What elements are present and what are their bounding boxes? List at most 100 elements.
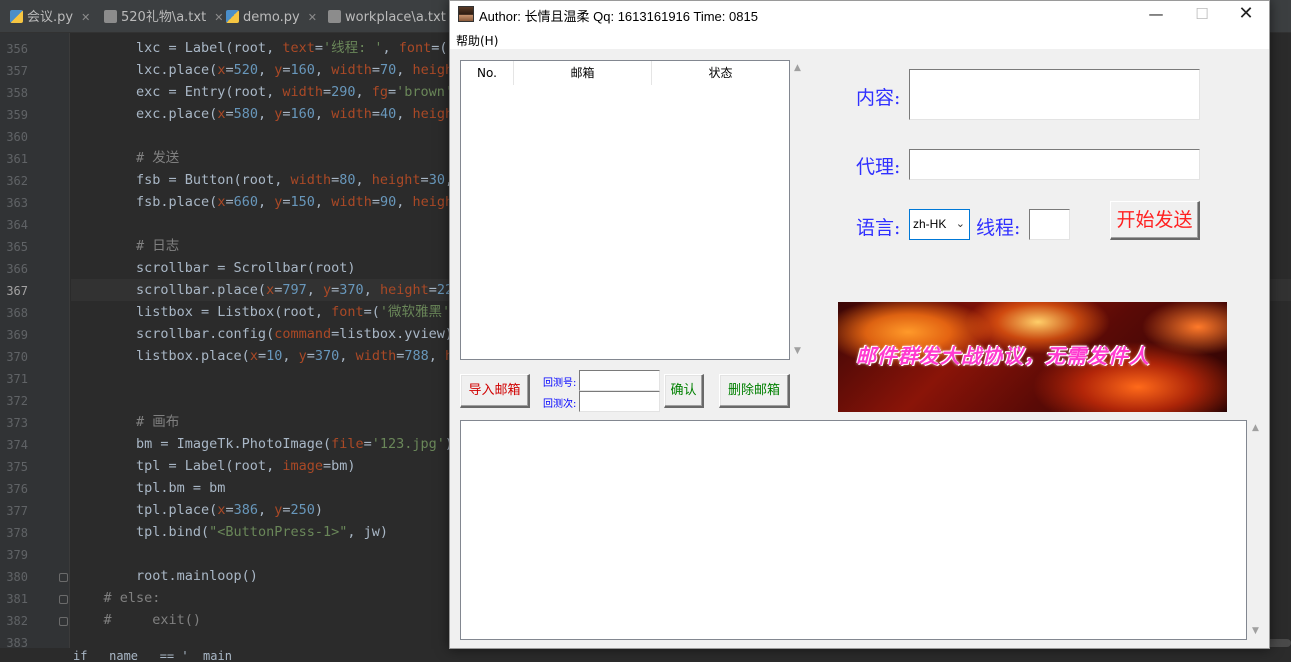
fold-icon[interactable]: [59, 617, 68, 626]
code-line: fsb = Button(root, width=80, height=30,: [71, 172, 453, 188]
line-number: 356: [6, 42, 28, 56]
import-email-button[interactable]: 导入邮箱: [460, 374, 530, 408]
line-number: 378: [6, 526, 28, 540]
banner-text: 邮件群发大战协议，无需发件人: [856, 344, 1150, 368]
line-number-active: 367: [6, 284, 28, 298]
line-number: 372: [6, 394, 28, 408]
code-line: exc.place(x=580, y=160, width=40, heigh: [71, 106, 454, 122]
menu-item-help[interactable]: 帮助(H): [456, 32, 498, 49]
text-file-icon: [328, 10, 341, 23]
language-select[interactable]: zh-HK ⌄: [909, 209, 970, 240]
fold-icon[interactable]: [59, 595, 68, 604]
line-number: 371: [6, 372, 28, 386]
scroll-down-icon[interactable]: ▼: [1247, 623, 1264, 640]
app-window: Author: 长情且温柔 Qq: 1613161916 Time: 0815 …: [449, 0, 1270, 649]
callback-number-input[interactable]: [579, 370, 660, 391]
text-file-icon: [104, 10, 117, 23]
callback-times-label: 回测次:: [543, 399, 577, 410]
code-line: # 日志: [71, 238, 180, 254]
callback-times-input[interactable]: [579, 391, 660, 412]
app-avatar-icon: [458, 6, 474, 22]
email-table[interactable]: No. 邮箱 状态: [460, 60, 790, 360]
log-scrollbar[interactable]: ▲ ▼: [1247, 420, 1264, 640]
title-bar[interactable]: Author: 长情且温柔 Qq: 1613161916 Time: 0815 …: [450, 1, 1269, 29]
code-line: lxc = Label(root, text='线程: ', font=(': [71, 40, 456, 56]
python-file-icon: [226, 10, 239, 23]
content-label: 内容:: [856, 87, 901, 109]
code-line: tpl.bm = bm: [71, 480, 226, 496]
close-icon[interactable]: ✕: [81, 11, 90, 24]
ide-tab-label: demo.py: [243, 10, 300, 25]
code-line: tpl.place(x=386, y=250): [71, 502, 324, 518]
content-input[interactable]: [909, 69, 1200, 120]
line-number: 369: [6, 328, 28, 342]
column-header-status[interactable]: 状态: [652, 61, 789, 85]
minimize-icon[interactable]: —: [1133, 1, 1179, 29]
code-line: # else:: [71, 590, 161, 606]
python-file-icon: [10, 10, 23, 23]
line-number: 374: [6, 438, 28, 452]
ide-tab-label: 520礼物\a.txt: [121, 10, 207, 25]
code-line: tpl.bind("<ButtonPress-1>", jw): [71, 524, 388, 540]
table-scrollbar[interactable]: ▲ ▼: [789, 60, 806, 360]
line-number: 359: [6, 108, 28, 122]
close-icon[interactable]: ✕: [308, 11, 317, 24]
proxy-label: 代理:: [856, 156, 901, 178]
code-line: lxc.place(x=520, y=160, width=70, heigh: [71, 62, 454, 78]
column-header-no[interactable]: No.: [461, 61, 514, 85]
line-number: 377: [6, 504, 28, 518]
code-line: tpl = Label(root, image=bm): [71, 458, 356, 474]
delete-email-button[interactable]: 删除邮箱: [719, 374, 790, 408]
chevron-down-icon[interactable]: ⌄: [956, 217, 965, 230]
line-number: 358: [6, 86, 28, 100]
code-line: exc = Entry(root, width=290, fg='brown': [71, 84, 454, 100]
fold-icon[interactable]: [59, 573, 68, 582]
ide-tab-demo[interactable]: demo.py ✕: [220, 0, 323, 33]
code-line: bm = ImageTk.PhotoImage(file='123.jpg'): [71, 436, 453, 452]
line-number: 365: [6, 240, 28, 254]
code-line: listbox = Listbox(root, font=('微软雅黑',: [71, 304, 458, 320]
window-title: Author: 长情且温柔 Qq: 1613161916 Time: 0815: [479, 9, 758, 24]
scroll-up-icon[interactable]: ▲: [789, 60, 806, 77]
editor-bottom-line: if __name__ == '__main__: [0, 648, 1291, 662]
threads-input[interactable]: [1029, 209, 1070, 240]
line-number: 361: [6, 152, 28, 166]
code-line: root.mainloop(): [71, 568, 258, 584]
column-header-email[interactable]: 邮箱: [514, 61, 652, 85]
scroll-up-icon[interactable]: ▲: [1247, 420, 1264, 437]
log-listbox[interactable]: [460, 420, 1247, 640]
threads-label: 线程:: [976, 217, 1021, 239]
close-icon[interactable]: ✕: [1223, 1, 1269, 29]
proxy-input[interactable]: [909, 149, 1200, 180]
table-header: No. 邮箱 状态: [461, 61, 789, 85]
maximize-icon[interactable]: ☐: [1179, 1, 1225, 29]
ide-tab-label: 会议.py: [27, 10, 74, 25]
start-send-button[interactable]: 开始发送: [1110, 201, 1200, 240]
code-line: scrollbar.config(command=listbox.yview): [71, 326, 454, 342]
scroll-down-icon[interactable]: ▼: [789, 343, 806, 360]
line-number: 357: [6, 64, 28, 78]
code-line: listbox.place(x=10, y=370, width=788, h: [71, 348, 453, 364]
line-number: 360: [6, 130, 28, 144]
line-number: 364: [6, 218, 28, 232]
line-number: 368: [6, 306, 28, 320]
line-number: 375: [6, 460, 28, 474]
line-number: 380: [6, 570, 28, 584]
code-line: fsb.place(x=660, y=150, width=90, heigh: [71, 194, 454, 210]
ide-tab-huiyi[interactable]: 会议.py ✕: [4, 0, 96, 33]
ide-tab-workplace-a-txt[interactable]: workplace\a.txt: [322, 0, 452, 33]
banner-image[interactable]: 邮件群发大战协议，无需发件人: [838, 302, 1227, 412]
line-number: 373: [6, 416, 28, 430]
confirm-button[interactable]: 确认: [664, 374, 704, 408]
line-number: 376: [6, 482, 28, 496]
line-number: 363: [6, 196, 28, 210]
ide-tab-520-a-txt[interactable]: 520礼物\a.txt ✕: [98, 0, 229, 33]
line-number: 370: [6, 350, 28, 364]
line-number-gutter: 356 357 358 359 360 361 362 363 364 365 …: [0, 33, 70, 662]
language-label: 语言:: [856, 217, 901, 239]
code-line-bottom: if __name__ == '__main__: [73, 649, 247, 662]
line-number: 382: [6, 614, 28, 628]
code-line: scrollbar = Scrollbar(root): [71, 260, 356, 276]
code-line: # 画布: [71, 414, 180, 430]
line-number: 381: [6, 592, 28, 606]
